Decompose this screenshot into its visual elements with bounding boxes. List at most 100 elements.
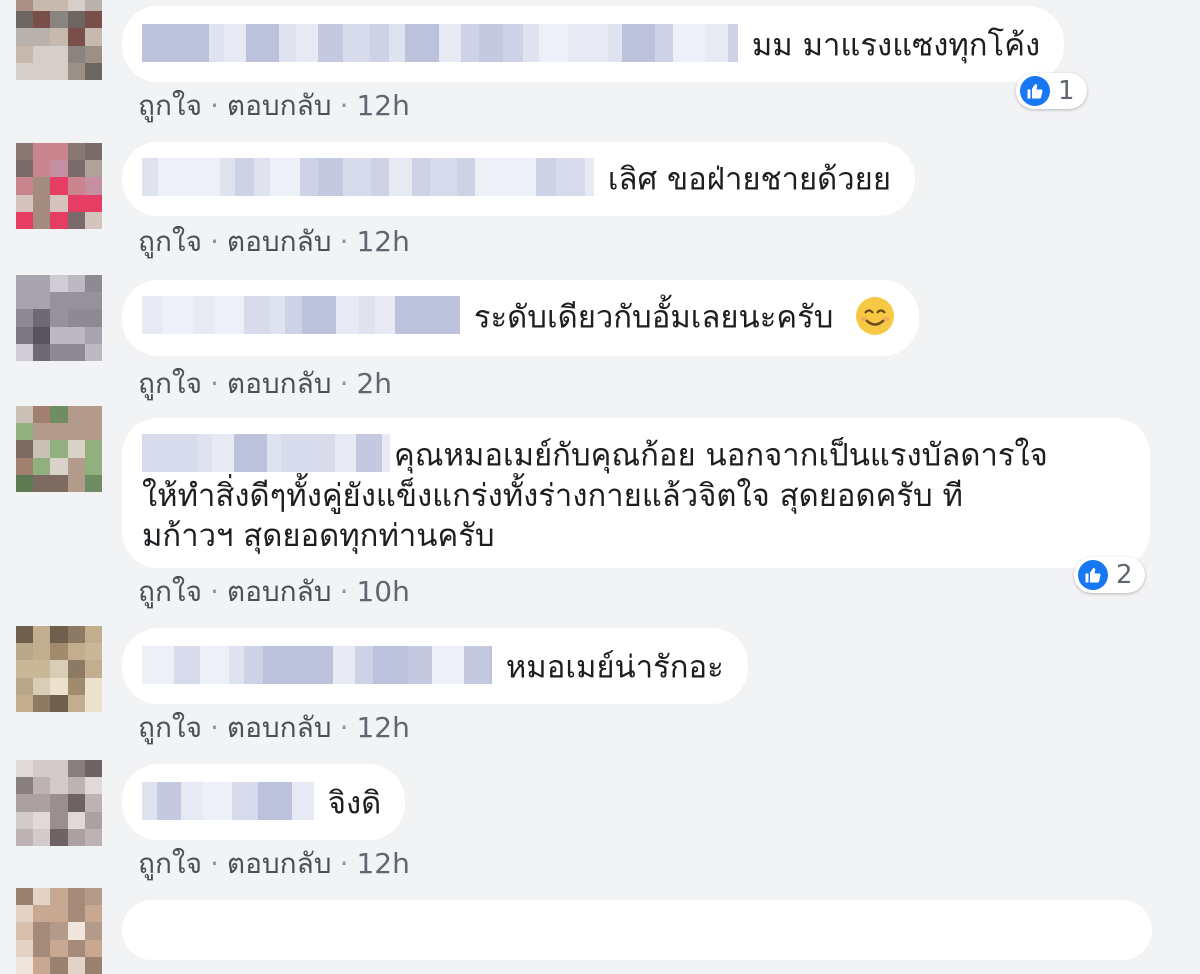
timestamp[interactable]: 12h — [356, 89, 409, 122]
blurred-name-segment — [412, 157, 430, 196]
separator-dot: · — [339, 847, 349, 880]
timestamp[interactable]: 12h — [356, 711, 409, 744]
avatar-pixel — [84, 694, 102, 712]
timestamp[interactable]: 2h — [356, 367, 392, 400]
blurred-name-segment — [622, 23, 655, 62]
separator-dot: · — [339, 225, 349, 258]
avatar-pixel — [67, 343, 85, 361]
avatar[interactable] — [16, 760, 102, 846]
avatar-pixel — [16, 811, 34, 829]
reply-link[interactable]: ตอบกลับ — [227, 575, 332, 608]
timestamp[interactable]: 12h — [356, 847, 409, 880]
reply-link[interactable]: ตอบกลับ — [227, 225, 332, 258]
avatar-pixel — [84, 794, 102, 812]
avatar-pixel — [16, 922, 34, 940]
blurred-name-segment — [464, 645, 490, 684]
reply-link[interactable]: ตอบกลับ — [227, 367, 332, 400]
blurred-name-segment — [142, 433, 169, 472]
blurred-name-segment — [503, 23, 523, 62]
avatar-pixel — [16, 474, 34, 492]
avatar-pixel — [33, 62, 51, 80]
avatar-pixel — [16, 0, 34, 12]
commenter-name-blurred[interactable] — [142, 781, 314, 820]
comment-text-line: ให้ทำสิ่งดีๆทั้งคู่ยังแข็งแกร่งทั้งร่างก… — [142, 477, 963, 514]
like-link[interactable]: ถูกใจ — [138, 847, 202, 880]
avatar-pixel — [67, 275, 85, 293]
commenter-name-blurred[interactable] — [142, 23, 738, 62]
blurred-name-segment — [232, 781, 258, 820]
avatar-pixel — [33, 905, 51, 923]
blurred-name-segment — [395, 295, 428, 334]
blurred-name-segment — [461, 23, 479, 62]
blurred-name-segment — [300, 157, 318, 196]
like-link[interactable]: ถูกใจ — [138, 367, 202, 400]
reply-link[interactable]: ตอบกลับ — [227, 847, 332, 880]
avatar-pixel — [33, 643, 51, 661]
avatar-pixel — [33, 777, 51, 795]
blurred-name-segment — [234, 433, 267, 472]
commenter-name-blurred[interactable] — [142, 295, 460, 334]
smiling-face-icon — [855, 296, 895, 336]
blurred-name-segment — [655, 23, 673, 62]
avatar-pixel — [84, 760, 102, 778]
like-link[interactable]: ถูกใจ — [138, 225, 202, 258]
avatar-pixel — [67, 160, 85, 178]
avatar-pixel — [84, 457, 102, 475]
blurred-name-segment — [356, 433, 382, 472]
avatar[interactable] — [16, 406, 102, 492]
avatar-pixel — [33, 828, 51, 846]
avatar-pixel — [67, 406, 85, 424]
blurred-name-segment — [285, 295, 302, 334]
avatar[interactable] — [16, 888, 102, 974]
avatar-pixel — [84, 777, 102, 795]
avatar-pixel — [16, 905, 34, 923]
avatar-pixel — [16, 45, 34, 63]
avatar-pixel — [50, 888, 68, 906]
avatar-pixel — [50, 28, 68, 46]
avatar-pixel — [67, 143, 85, 161]
reaction-count[interactable]: 1 — [1016, 73, 1087, 109]
avatar-pixel — [50, 292, 68, 310]
like-link[interactable]: ถูกใจ — [138, 89, 202, 122]
comment-actions: ถูกใจ · ตอบกลับ · 12h — [138, 220, 410, 264]
timestamp[interactable]: 10h — [356, 575, 409, 608]
avatar-pixel — [50, 343, 68, 361]
avatar-pixel — [33, 11, 51, 29]
reaction-count[interactable]: 2 — [1074, 557, 1145, 593]
avatar-pixel — [16, 177, 34, 195]
avatar-pixel — [67, 694, 85, 712]
avatar-pixel — [84, 888, 102, 906]
blurred-name-segment — [296, 23, 318, 62]
avatar-pixel — [16, 643, 34, 661]
avatar[interactable] — [16, 0, 102, 80]
like-link[interactable]: ถูกใจ — [138, 711, 202, 744]
avatar-pixel — [16, 956, 34, 974]
avatar-pixel — [67, 211, 85, 229]
avatar-pixel — [33, 0, 51, 12]
timestamp[interactable]: 12h — [356, 225, 409, 258]
blurred-name-segment — [224, 23, 246, 62]
avatar-pixel — [33, 406, 51, 424]
avatar[interactable] — [16, 626, 102, 712]
reply-link[interactable]: ตอบกลับ — [227, 711, 332, 744]
avatar-pixel — [33, 194, 51, 212]
avatar[interactable] — [16, 275, 102, 361]
commenter-name-blurred[interactable] — [142, 645, 492, 684]
comment-text: เลิศ ขอฝ่ายชายด้วยย — [607, 161, 892, 198]
reply-link[interactable]: ตอบกลับ — [227, 89, 332, 122]
avatar-pixel — [67, 194, 85, 212]
blurred-name-segment — [432, 645, 464, 684]
avatar-pixel — [50, 760, 68, 778]
like-link[interactable]: ถูกใจ — [138, 575, 202, 608]
avatar-pixel — [33, 326, 51, 344]
avatar-pixel — [84, 440, 102, 458]
blurred-name-segment — [307, 433, 335, 472]
comment-bubble: มม มาแรงแซงทุกโค้ง — [122, 6, 1065, 82]
avatar[interactable] — [16, 143, 102, 229]
avatar-pixel — [16, 160, 34, 178]
commenter-name-blurred[interactable] — [142, 157, 594, 196]
avatar-pixel — [84, 474, 102, 492]
avatar-pixel — [50, 474, 68, 492]
blurred-name-segment — [292, 781, 314, 820]
commenter-name-blurred[interactable] — [142, 433, 390, 472]
